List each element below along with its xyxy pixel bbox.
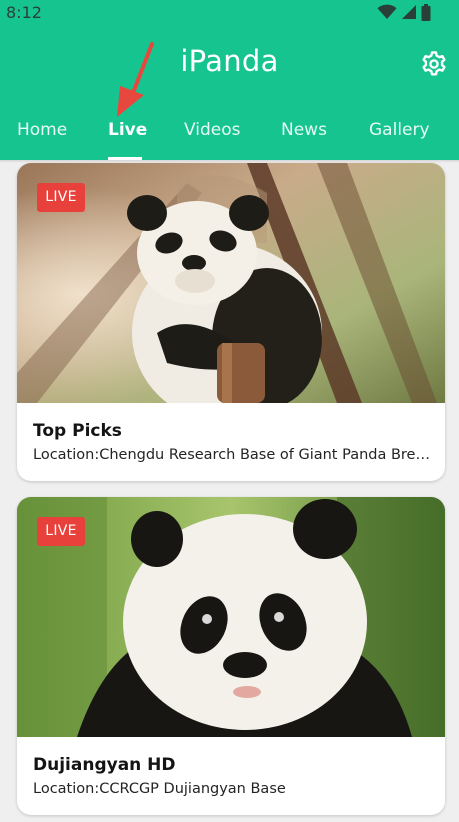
status-time: 8:12 — [6, 3, 42, 22]
status-icons — [377, 3, 431, 21]
tab-news[interactable]: News — [281, 120, 327, 140]
live-card[interactable]: LIVE Top Picks Location:Chengdu Research… — [17, 163, 445, 481]
card-title: Dujiangyan HD — [33, 755, 176, 775]
gear-icon — [422, 51, 446, 76]
tab-gallery[interactable]: Gallery — [369, 120, 430, 140]
card-location: Location:Chengdu Research Base of Giant … — [33, 447, 433, 463]
tab-videos[interactable]: Videos — [184, 120, 241, 140]
app-title: iPanda — [180, 44, 279, 78]
card-title: Top Picks — [33, 421, 122, 441]
settings-button[interactable] — [418, 48, 450, 80]
app-bar: iPanda Home Live Videos News Gallery — [0, 24, 459, 160]
tab-live[interactable]: Live — [108, 120, 147, 140]
signal-icon — [402, 5, 416, 19]
live-badge: LIVE — [37, 517, 85, 546]
live-card[interactable]: LIVE Dujiangyan HD Location:CCRCGP Dujia… — [17, 497, 445, 815]
wifi-icon — [377, 4, 397, 19]
battery-icon — [421, 3, 431, 21]
tab-bar: Home Live Videos News Gallery — [0, 108, 459, 160]
live-badge: LIVE — [37, 183, 85, 212]
status-bar: 8:12 — [0, 0, 459, 24]
card-location: Location:CCRCGP Dujiangyan Base — [33, 781, 286, 797]
app-screen: 8:12 iPanda Home Live Videos News Galler… — [0, 0, 459, 822]
tab-home[interactable]: Home — [17, 120, 67, 140]
